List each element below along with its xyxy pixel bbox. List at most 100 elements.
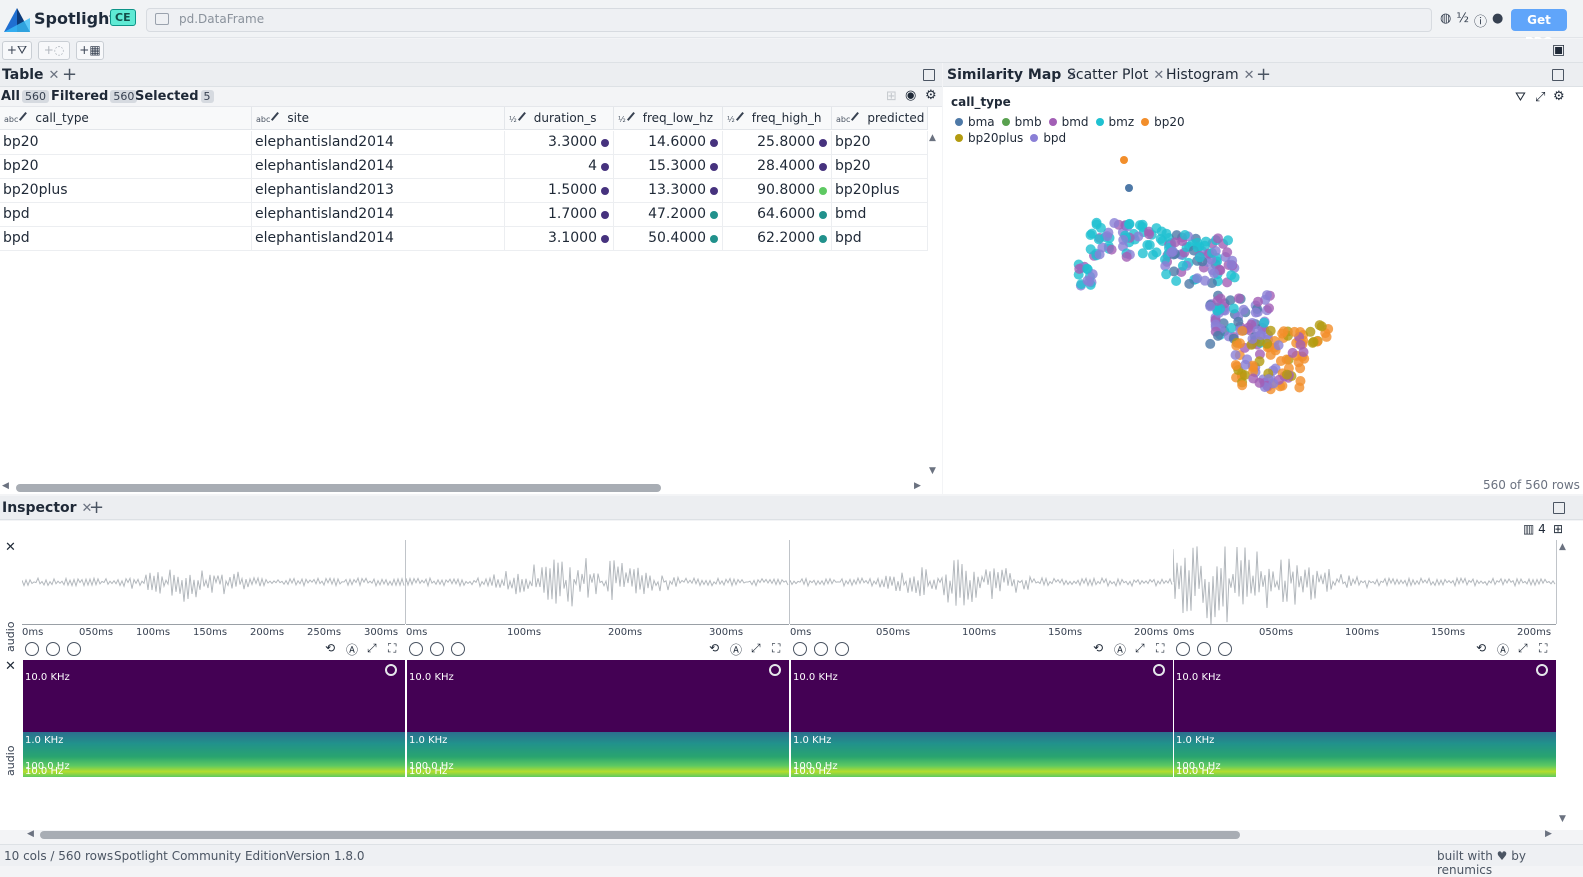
map-point[interactable]: [1259, 317, 1270, 328]
loop-icon[interactable]: ⟲: [709, 641, 719, 655]
map-point[interactable]: [1142, 240, 1153, 251]
scroll-down-icon[interactable]: ▼: [929, 466, 936, 476]
map-point[interactable]: [1179, 230, 1190, 241]
map-point[interactable]: [1226, 259, 1237, 270]
table-cell-duration-s[interactable]: 4: [505, 155, 614, 178]
map-point[interactable]: [1213, 330, 1224, 341]
columns-count[interactable]: ▥ 4: [1523, 522, 1546, 536]
columns-icon[interactable]: ⊞: [886, 89, 897, 104]
map-point[interactable]: [1170, 237, 1181, 248]
close-spectrogram-view-icon[interactable]: ✕: [5, 659, 16, 674]
add-grid-filter-button[interactable]: +▦: [76, 41, 104, 60]
map-point[interactable]: [1223, 235, 1234, 246]
gear-icon[interactable]: [1153, 664, 1165, 676]
autoplay-icon[interactable]: Ⓐ: [1497, 641, 1509, 658]
map-point[interactable]: [1295, 339, 1306, 350]
gear-icon[interactable]: ⚙: [925, 88, 937, 103]
map-point[interactable]: [1205, 338, 1216, 349]
map-point[interactable]: [1281, 369, 1292, 380]
add-similarity-filter-button[interactable]: +◌: [38, 41, 70, 60]
table-cell-freq-low-hz[interactable]: 50.4000: [614, 227, 723, 250]
legend-item[interactable]: bmb: [1001, 114, 1042, 130]
spectrogram[interactable]: 10.0 KHz 1.0 KHz 100.0 Hz 10.0 Hz: [1174, 660, 1556, 777]
rewind-icon[interactable]: [25, 642, 39, 656]
table-cell-predicted[interactable]: bp20: [832, 131, 928, 154]
add-view-icon[interactable]: ⊞: [1553, 522, 1563, 536]
table-cell-freq-low-hz[interactable]: 13.3000: [614, 179, 723, 202]
map-point[interactable]: [1093, 234, 1104, 245]
map-point[interactable]: [1228, 303, 1239, 314]
map-point[interactable]: [1133, 231, 1144, 242]
spectrogram[interactable]: 10.0 KHz 1.0 KHz 100.0 Hz 10.0 Hz: [23, 660, 405, 777]
maximize-icon[interactable]: [1552, 69, 1564, 81]
tab-similarity-map[interactable]: Similarity Map ✕: [947, 67, 1077, 83]
rewind-icon[interactable]: [793, 642, 807, 656]
table-cell-call-type[interactable]: bpd: [0, 203, 252, 226]
map-point[interactable]: [1273, 340, 1284, 351]
filter-icon[interactable]: ⛛: [1515, 90, 1526, 105]
table-cell-predicted[interactable]: bp20: [832, 155, 928, 178]
column-header-site[interactable]: abc site: [252, 107, 505, 130]
tab-inspector[interactable]: Inspector ✕: [2, 500, 92, 516]
table-cell-predicted[interactable]: bpd: [832, 227, 928, 250]
table-cell-freq-low-hz[interactable]: 15.3000: [614, 155, 723, 178]
scroll-down-icon[interactable]: ▼: [1559, 814, 1566, 824]
map-point[interactable]: [1287, 347, 1298, 358]
table-cell-duration-s[interactable]: 3.1000: [505, 227, 614, 250]
spectrogram[interactable]: 10.0 KHz 1.0 KHz 100.0 Hz 10.0 Hz: [791, 660, 1173, 777]
table-cell-freq-high-hz[interactable]: 90.8000: [723, 179, 832, 202]
map-point[interactable]: [1084, 276, 1095, 287]
table-cell-predicted[interactable]: bp20plus: [832, 179, 928, 202]
map-point[interactable]: [1091, 219, 1102, 230]
scroll-right-icon[interactable]: ▶: [914, 481, 921, 491]
map-point[interactable]: [1321, 331, 1332, 342]
column-header-freq-high[interactable]: ½ freq_high_h: [723, 107, 832, 130]
loop-icon[interactable]: ⟲: [325, 641, 335, 655]
table-row[interactable]: bpd elephantisland2014 1.7000 47.2000 64.600…: [0, 203, 928, 227]
scroll-left-icon[interactable]: ◀: [2, 481, 9, 491]
map-point[interactable]: [1222, 247, 1233, 258]
status-built-with[interactable]: built with ♥ by renumics: [1437, 849, 1583, 877]
waveform[interactable]: [405, 540, 790, 624]
autoplay-icon[interactable]: Ⓐ: [1114, 641, 1126, 658]
loop-icon[interactable]: ⟲: [1093, 641, 1103, 655]
close-icon[interactable]: ✕: [1153, 68, 1164, 83]
map-point[interactable]: [1147, 249, 1158, 260]
waveform[interactable]: [789, 540, 1174, 624]
map-point[interactable]: [1252, 296, 1263, 307]
column-header-freq-low[interactable]: ½ freq_low_hz: [614, 107, 723, 130]
map-point[interactable]: [1212, 233, 1223, 244]
map-point[interactable]: [1262, 338, 1273, 349]
filter-filtered[interactable]: Filtered 560: [51, 89, 138, 104]
similarity-map-plot[interactable]: [1050, 150, 1350, 420]
scroll-up-icon[interactable]: ▲: [1559, 542, 1566, 552]
legend-item[interactable]: bmz: [1095, 114, 1134, 130]
gear-icon[interactable]: [385, 664, 397, 676]
table-cell-site[interactable]: elephantisland2014: [252, 131, 505, 154]
table-cell-freq-high-hz[interactable]: 25.8000: [723, 131, 832, 154]
map-point[interactable]: [1308, 336, 1319, 347]
scroll-right-icon[interactable]: ▶: [1545, 829, 1552, 839]
layout-icon[interactable]: ▣: [1552, 42, 1565, 58]
stop-icon[interactable]: [67, 642, 81, 656]
map-point[interactable]: [1082, 263, 1093, 274]
map-point[interactable]: [1293, 357, 1304, 368]
map-point[interactable]: [1106, 244, 1117, 255]
table-row[interactable]: bp20 elephantisland2014 3.3000 14.6000 25.80…: [0, 131, 928, 155]
fit-icon[interactable]: ⤢: [367, 641, 377, 656]
settings-icon[interactable]: ⚙: [1553, 89, 1565, 104]
map-point[interactable]: [1205, 301, 1216, 312]
spectrogram[interactable]: 10.0 KHz 1.0 KHz 100.0 Hz 10.0 Hz: [407, 660, 789, 777]
map-point[interactable]: [1240, 359, 1251, 370]
close-icon[interactable]: ✕: [1244, 68, 1255, 83]
legend-item[interactable]: bpd: [1030, 130, 1066, 146]
map-point[interactable]: [1134, 220, 1145, 231]
map-point[interactable]: [1233, 293, 1244, 304]
map-point[interactable]: [1094, 249, 1105, 260]
map-point[interactable]: [1268, 378, 1279, 389]
table-cell-site[interactable]: elephantisland2014: [252, 203, 505, 226]
table-cell-freq-low-hz[interactable]: 14.6000: [614, 131, 723, 154]
gear-icon[interactable]: [769, 664, 781, 676]
map-point[interactable]: [1085, 244, 1096, 255]
play-icon[interactable]: [46, 642, 60, 656]
